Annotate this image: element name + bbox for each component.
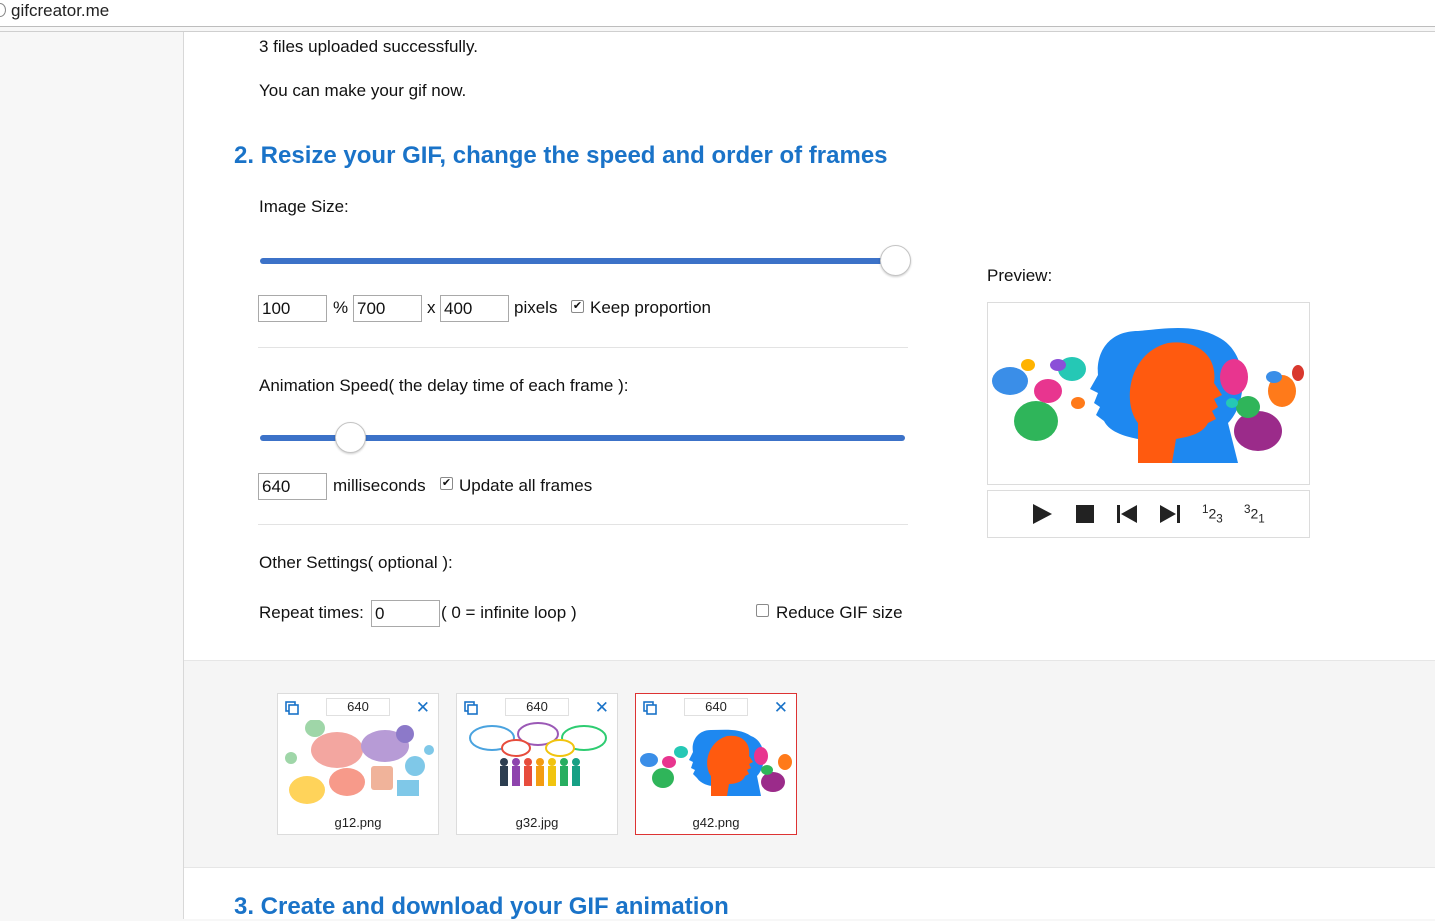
frame-delay-input[interactable]: 640: [505, 698, 569, 716]
url-text[interactable]: gifcreator.me: [11, 1, 109, 21]
height-input[interactable]: [440, 295, 509, 322]
frame-thumbnail: [639, 720, 795, 808]
duplicate-icon[interactable]: [643, 701, 657, 715]
other-settings-label: Other Settings( optional ):: [259, 553, 453, 572]
close-icon[interactable]: ✕: [416, 699, 430, 716]
times-sign: x: [427, 298, 436, 317]
frame-delay-input[interactable]: 640: [684, 698, 748, 716]
reduce-gif-size-checkbox[interactable]: [756, 604, 769, 617]
frame-card[interactable]: 640 ✕ g32.jpg: [456, 693, 618, 835]
upload-status: 3 files uploaded successfully.: [259, 37, 478, 56]
percent-sign: %: [333, 298, 349, 317]
last-frame-icon[interactable]: [1158, 501, 1182, 527]
animation-speed-slider-handle[interactable]: [335, 422, 366, 453]
frame-thumbnail: [460, 720, 616, 808]
frame-filename: g42.png: [692, 815, 740, 830]
keep-proportion-checkbox[interactable]: ✔: [571, 300, 584, 313]
frame-card[interactable]: 640 ✕ g12.png: [277, 693, 439, 835]
order-forward-icon[interactable]: 123: [1202, 503, 1223, 529]
section-2-title: 2. Resize your GIF, change the speed and…: [234, 142, 888, 169]
frame-thumbnail: [281, 720, 437, 808]
first-frame-icon[interactable]: [1115, 501, 1139, 527]
preview-controls: 123 321: [987, 490, 1310, 538]
delay-input[interactable]: [258, 473, 327, 500]
order-forward-last: 3: [1216, 512, 1223, 526]
frames-area: 640 ✕ g12.png 640 ✕ g32.jpg 640 ✕ g42.pn…: [184, 660, 1435, 868]
site-info-icon[interactable]: [0, 3, 6, 17]
repeat-times-input[interactable]: [371, 600, 440, 627]
update-all-frames-checkbox[interactable]: ✔: [440, 477, 453, 490]
duplicate-icon[interactable]: [464, 701, 478, 715]
divider: [258, 524, 908, 525]
frame-filename: g32.jpg: [515, 815, 559, 830]
frame-delay-input[interactable]: 640: [326, 698, 390, 716]
preview-label: Preview:: [987, 266, 1053, 285]
milliseconds-unit: milliseconds: [333, 476, 426, 495]
order-reverse-last: 1: [1258, 512, 1265, 526]
close-icon[interactable]: ✕: [595, 699, 609, 716]
frame-card-selected[interactable]: 640 ✕ g42.png: [635, 693, 797, 835]
animation-speed-label: Animation Speed( the delay time of each …: [259, 376, 629, 395]
close-icon[interactable]: ✕: [774, 699, 788, 716]
play-icon[interactable]: [1030, 501, 1054, 527]
repeat-hint: ( 0 = infinite loop ): [441, 603, 577, 622]
section-3-title: 3. Create and download your GIF animatio…: [234, 893, 729, 920]
image-size-slider[interactable]: [260, 258, 906, 264]
image-size-label: Image Size:: [259, 197, 349, 216]
frame-filename: g12.png: [334, 815, 382, 830]
pixels-unit: pixels: [514, 298, 558, 317]
keep-proportion-label[interactable]: Keep proportion: [590, 298, 711, 318]
stop-icon[interactable]: [1074, 501, 1096, 527]
divider: [258, 347, 908, 348]
order-reverse-icon[interactable]: 321: [1244, 503, 1265, 529]
percent-input[interactable]: [258, 295, 327, 322]
width-input[interactable]: [353, 295, 422, 322]
upload-hint: You can make your gif now.: [259, 81, 467, 100]
image-size-slider-handle[interactable]: [880, 245, 911, 276]
reduce-gif-size-label[interactable]: Reduce GIF size: [776, 603, 903, 623]
duplicate-icon[interactable]: [285, 701, 299, 715]
repeat-times-label: Repeat times:: [259, 603, 364, 622]
browser-address-bar[interactable]: gifcreator.me: [0, 0, 1435, 27]
update-all-frames-label[interactable]: Update all frames: [459, 476, 592, 496]
preview-image: [987, 302, 1310, 485]
main-content: 3 files uploaded successfully. You can m…: [183, 32, 1435, 920]
